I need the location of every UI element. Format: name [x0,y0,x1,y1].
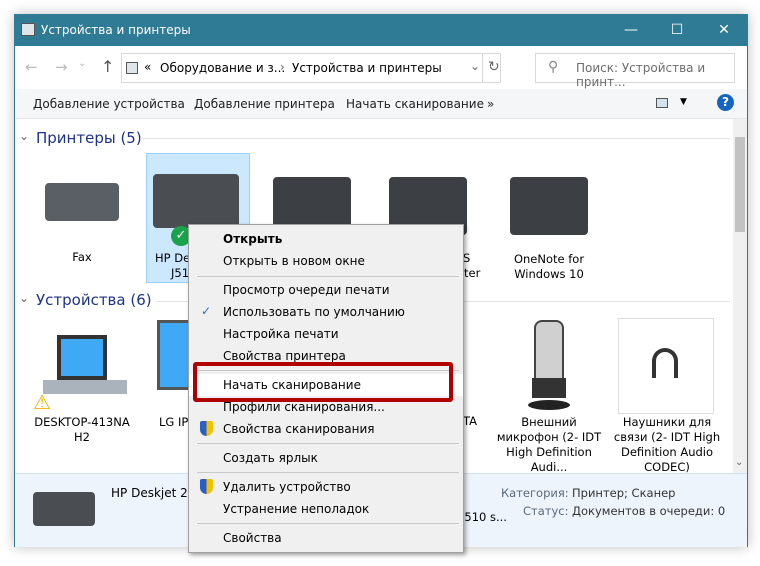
menu-properties[interactable]: Свойства [189,527,463,549]
menu-set-default[interactable]: Использовать по умолчанию [189,301,463,323]
device-label: Внешний микрофон (2- IDT High Definition… [496,415,602,474]
printer-label-fragment: S [463,251,471,265]
start-scan-button[interactable]: Начать сканирование [346,97,484,111]
printer-label-fragment: ter [464,266,481,280]
microphone-icon [534,320,564,380]
maximize-button[interactable]: ☐ [654,15,700,46]
help-button[interactable]: ? [717,94,734,111]
window-title: Устройства и принтеры [41,23,191,37]
menu-scan-properties[interactable]: Свойства сканирования [189,418,463,440]
menu-separator [197,443,459,444]
printer-item-fax[interactable]: Fax [27,155,137,285]
printer-label: OneNote for Windows 10 [513,252,585,281]
laptop-icon [57,335,107,380]
menu-print-preferences[interactable]: Настройка печати [189,323,463,345]
device-label: DESKTOP-413NA H2 [34,415,130,444]
view-dropdown-icon[interactable]: ▼ [680,97,687,107]
menu-open-new-window[interactable]: Открыть в новом окне [189,250,463,272]
menu-separator [197,472,459,473]
search-input[interactable]: ⚲ Поиск: Устройства и принт... [535,53,735,89]
breadcrumb-devices[interactable]: Устройства и принтеры [292,61,442,75]
title-bar: Устройства и принтеры — ☐ ✕ [15,15,747,46]
menu-open[interactable]: Открыть [189,228,463,250]
recent-locations-button[interactable]: ⌄ [78,58,86,69]
scrollbar[interactable]: ⌄ [733,119,747,473]
context-menu: Открыть Открыть в новом окне Просмотр оч… [188,224,464,553]
up-button[interactable]: ↑ [101,57,114,76]
back-button[interactable]: ← [25,58,38,76]
address-dropdown[interactable]: ⌄ [470,59,480,73]
add-printer-button[interactable]: Добавление принтера [194,97,335,111]
menu-separator [197,276,459,277]
microphone-base [528,400,570,410]
address-bar[interactable]: « Оборудование и з... › Устройства и при… [121,53,501,83]
fax-icon [45,183,119,221]
printer-icon [510,177,588,235]
menu-create-shortcut[interactable]: Создать ярлык [189,447,463,469]
collapse-printers-icon[interactable]: ⌄ [19,129,29,143]
command-bar: Добавление устройства Добавление принтер… [15,89,747,119]
group-printers[interactable]: Принтеры (5) [36,129,142,147]
category-value: Принтер; Сканер [572,486,676,500]
location-icon [126,62,138,74]
menu-remove-device[interactable]: Удалить устройство [189,476,463,498]
forward-button[interactable]: → [55,58,68,76]
menu-separator [197,523,459,524]
group-devices[interactable]: Устройства (6) [36,291,152,309]
printer-item-onenote[interactable]: OneNote for Windows 10 [494,155,604,285]
divider [482,54,483,82]
details-name: HP Deskjet 20 [111,486,196,500]
refresh-button[interactable]: ↻ [488,59,500,75]
search-placeholder: Поиск: Устройства и принт... [576,61,706,89]
scrollbar-thumb[interactable] [735,137,745,232]
more-commands-button[interactable]: » [487,97,494,111]
microphone-band [532,378,566,398]
minimize-button[interactable]: — [608,15,654,46]
printer-icon [33,492,95,526]
menu-scan-profiles[interactable]: Профили сканирования... [189,396,463,418]
add-device-button[interactable]: Добавление устройства [33,97,185,111]
devices-printers-icon [21,23,35,36]
view-options-icon[interactable] [656,98,668,108]
search-icon: ⚲ [548,59,559,75]
laptop-keyboard [43,380,127,394]
close-button[interactable]: ✕ [701,15,747,46]
scroll-down-icon[interactable]: ⌄ [735,457,743,468]
warning-icon: ⚠ [33,390,51,414]
device-item-headphones[interactable]: Наушники для связи (2- IDT High Definiti… [613,318,721,478]
printer-label-line1: HP De [155,251,191,265]
headphones-icon [652,348,678,378]
printer-label: Fax [72,250,92,264]
collapse-devices-icon[interactable]: ⌄ [19,291,29,305]
status-label: Статус: [523,504,569,518]
overflow-chevron[interactable]: « [144,60,151,74]
device-item-desktop[interactable]: ⚠ DESKTOP-413NA H2 [27,320,137,450]
breadcrumb-hardware[interactable]: Оборудование и з... [160,61,285,75]
category-label: Категория: [501,486,569,500]
device-item-microphone[interactable]: Внешний микрофон (2- IDT High Definition… [494,320,604,474]
menu-print-queue[interactable]: Просмотр очереди печати [189,279,463,301]
status-value: Документов в очереди: 0 [572,504,726,518]
details-model: J510 s... [461,510,507,524]
device-label-fragment: TA [463,414,477,428]
printer-icon [153,174,239,228]
breadcrumb-separator[interactable]: › [280,60,285,74]
divider [140,138,730,139]
device-label: Наушники для связи (2- IDT High Definiti… [613,415,721,474]
menu-troubleshoot[interactable]: Устранение неполадок [189,498,463,520]
